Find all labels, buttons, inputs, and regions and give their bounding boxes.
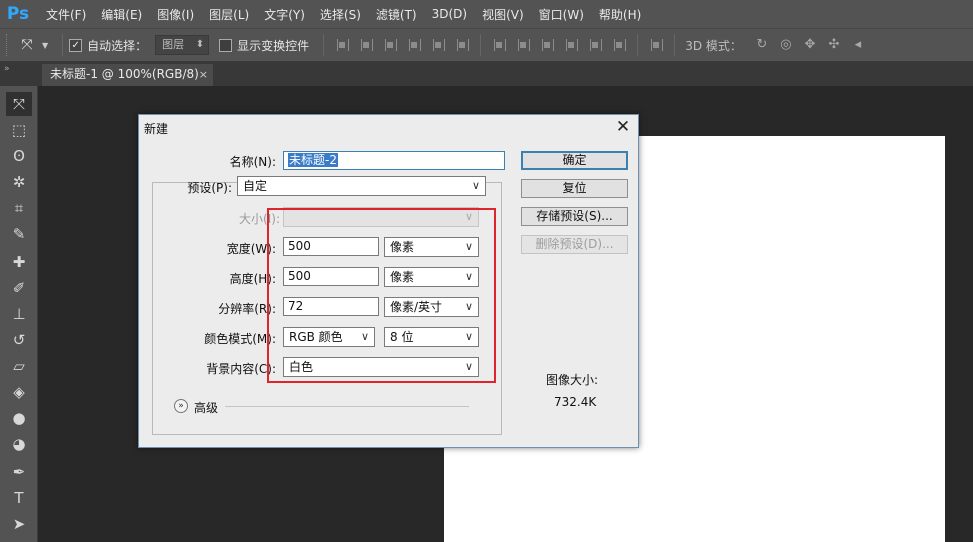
menu-bar: Ps 文件(F) 编辑(E) 图像(I) 图层(L) 文字(Y) 选择(S) 滤… bbox=[0, 0, 973, 28]
divider bbox=[674, 34, 676, 56]
preset-select[interactable]: 自定 ∨ bbox=[237, 176, 486, 196]
distribute-hcenter-icon[interactable] bbox=[587, 37, 603, 53]
path-selection-tool-icon[interactable]: ➤ bbox=[6, 512, 32, 536]
distribute-top-icon[interactable] bbox=[491, 37, 507, 53]
align-vcenter-icon[interactable] bbox=[358, 37, 374, 53]
lasso-tool-icon[interactable]: ʘ bbox=[6, 144, 32, 168]
delete-preset-button: 删除预设(D)... bbox=[521, 235, 628, 254]
image-size-label: 图像大小: bbox=[546, 373, 599, 387]
tools-panel: ⤧ ⬚ ʘ ✲ ⌗ ✎ ✚ ✐ ⊥ ↺ ▱ ◈ ● ◕ ✒ T ➤ bbox=[0, 86, 38, 542]
align-bottom-icon[interactable] bbox=[382, 37, 398, 53]
annotation-highlight-box bbox=[267, 208, 496, 383]
collapse-panel-icon[interactable]: » bbox=[4, 64, 10, 74]
close-tab-icon[interactable]: × bbox=[199, 64, 208, 85]
mode-3d-label: 3D 模式： bbox=[685, 38, 742, 53]
history-brush-tool-icon[interactable]: ↺ bbox=[6, 328, 32, 352]
background-label: 背景内容(C): bbox=[206, 362, 276, 376]
align-top-icon[interactable] bbox=[334, 37, 350, 53]
height-label: 高度(H): bbox=[229, 272, 276, 286]
slide-3d-icon[interactable]: ✣ bbox=[825, 37, 843, 53]
advanced-toggle-icon[interactable]: » bbox=[174, 399, 188, 413]
distribute-right-icon[interactable] bbox=[611, 37, 627, 53]
clone-stamp-tool-icon[interactable]: ⊥ bbox=[6, 302, 32, 326]
dialog-title: 新建 bbox=[144, 122, 169, 136]
name-value: 未标题-2 bbox=[288, 153, 338, 167]
auto-align-icon[interactable] bbox=[648, 37, 664, 53]
align-hcenter-icon[interactable] bbox=[430, 37, 446, 53]
menu-layer[interactable]: 图层(L) bbox=[209, 6, 249, 23]
close-icon[interactable]: ✕ bbox=[614, 117, 632, 137]
resolution-label: 分辨率(R): bbox=[218, 302, 276, 316]
divider bbox=[323, 34, 325, 56]
align-right-icon[interactable] bbox=[454, 37, 470, 53]
divider bbox=[637, 34, 639, 56]
color-mode-label: 颜色模式(M): bbox=[204, 332, 276, 346]
advanced-label[interactable]: 高级 bbox=[194, 399, 218, 416]
size-label: 大小(I): bbox=[239, 212, 280, 226]
menu-view[interactable]: 视图(V) bbox=[482, 6, 524, 23]
name-label: 名称(N): bbox=[229, 155, 276, 169]
document-tab-title: 未标题-1 @ 100%(RGB/8) bbox=[50, 67, 199, 81]
distribute-bottom-icon[interactable] bbox=[539, 37, 555, 53]
crop-tool-icon[interactable]: ⌗ bbox=[6, 196, 32, 220]
marquee-tool-icon[interactable]: ⬚ bbox=[6, 118, 32, 142]
divider bbox=[225, 406, 469, 407]
ps-logo: Ps bbox=[6, 4, 30, 24]
width-label: 宽度(W): bbox=[226, 242, 276, 256]
preset-value: 自定 bbox=[243, 179, 268, 193]
menu-edit[interactable]: 编辑(E) bbox=[101, 6, 142, 23]
type-tool-icon[interactable]: T bbox=[6, 486, 32, 510]
auto-select-label: 自动选择： bbox=[87, 38, 148, 53]
menu-type[interactable]: 文字(Y) bbox=[264, 6, 305, 23]
menu-file[interactable]: 文件(F) bbox=[46, 6, 86, 23]
distribute-vcenter-icon[interactable] bbox=[515, 37, 531, 53]
preset-label: 预设(P): bbox=[187, 181, 232, 195]
paint-bucket-tool-icon[interactable]: ◈ bbox=[6, 380, 32, 404]
magic-wand-tool-icon[interactable]: ✲ bbox=[6, 170, 32, 194]
ok-button[interactable]: 确定 bbox=[521, 151, 628, 170]
document-tab-strip: » 未标题-1 @ 100%(RGB/8) × bbox=[0, 62, 973, 86]
align-left-icon[interactable] bbox=[406, 37, 422, 53]
menu-filter[interactable]: 滤镜(T) bbox=[376, 6, 417, 23]
divider bbox=[62, 34, 64, 56]
options-bar: ⤧ ▼ ✓ 自动选择： 图层 显示变换控件 3D 模式： ↻ ◎ ✥ ✣ ◂ bbox=[0, 28, 973, 62]
auto-select-target-select[interactable]: 图层 bbox=[155, 35, 210, 55]
rotate-3d-icon[interactable]: ↻ bbox=[753, 37, 771, 53]
divider bbox=[480, 34, 482, 56]
menu-window[interactable]: 窗口(W) bbox=[539, 6, 584, 23]
reset-button[interactable]: 复位 bbox=[521, 179, 628, 198]
move-tool-icon[interactable]: ⤧ bbox=[6, 92, 32, 116]
auto-select-checkbox[interactable]: ✓ bbox=[69, 38, 83, 52]
move-tool-icon[interactable]: ⤧ bbox=[12, 34, 42, 56]
name-field[interactable]: 未标题-2 bbox=[283, 151, 505, 170]
blur-tool-icon[interactable]: ● bbox=[6, 406, 32, 430]
brush-tool-icon[interactable]: ✐ bbox=[6, 276, 32, 300]
show-transform-label: 显示变换控件 bbox=[237, 38, 310, 53]
pen-tool-icon[interactable]: ✒ bbox=[6, 460, 32, 484]
save-preset-button[interactable]: 存储预设(S)... bbox=[521, 207, 628, 226]
tool-preset-caret-icon[interactable]: ▼ bbox=[42, 41, 48, 50]
drag-3d-icon[interactable]: ✥ bbox=[801, 37, 819, 53]
roll-3d-icon[interactable]: ◎ bbox=[777, 37, 795, 53]
eyedropper-tool-icon[interactable]: ✎ bbox=[6, 222, 32, 246]
menu-help[interactable]: 帮助(H) bbox=[599, 6, 641, 23]
dodge-tool-icon[interactable]: ◕ bbox=[6, 432, 32, 456]
menu-select[interactable]: 选择(S) bbox=[320, 6, 361, 23]
distribute-left-icon[interactable] bbox=[563, 37, 579, 53]
chevron-down-icon: ∨ bbox=[471, 179, 480, 192]
menu-3d[interactable]: 3D(D) bbox=[432, 7, 467, 21]
document-tab[interactable]: 未标题-1 @ 100%(RGB/8) × bbox=[42, 64, 213, 86]
healing-brush-tool-icon[interactable]: ✚ bbox=[6, 250, 32, 274]
eraser-tool-icon[interactable]: ▱ bbox=[6, 354, 32, 378]
menu-image[interactable]: 图像(I) bbox=[157, 6, 194, 23]
image-size-value: 732.4K bbox=[554, 395, 597, 409]
photoshop-window: Ps 文件(F) 编辑(E) 图像(I) 图层(L) 文字(Y) 选择(S) 滤… bbox=[0, 0, 973, 542]
show-transform-checkbox[interactable] bbox=[219, 38, 233, 52]
scale-3d-icon[interactable]: ◂ bbox=[849, 37, 867, 53]
